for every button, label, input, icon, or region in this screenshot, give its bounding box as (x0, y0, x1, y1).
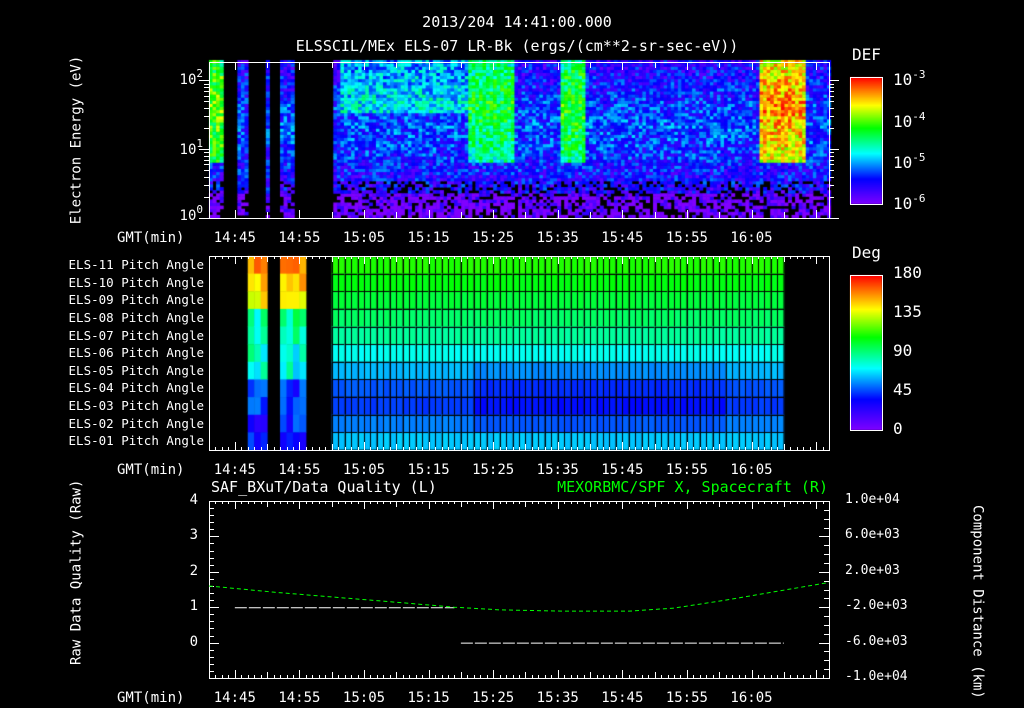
energy-tick-10: 101 (179, 137, 203, 158)
colorbar-def-title: DEF (852, 45, 881, 64)
time-tick-label: 15:15 (407, 690, 450, 706)
pitch-angle-row-label: ELS-06 Pitch Angle (68, 345, 204, 361)
time-tick-label: 15:25 (472, 462, 515, 478)
plot-subtitle: ELSSCIL/MEx ELS-07 LR-Bk (ergs/(cm**2-sr… (295, 37, 739, 55)
time-tick-label: 15:45 (601, 462, 644, 478)
time-tick-label: 15:05 (342, 230, 386, 246)
time-tick-label: 15:55 (665, 462, 708, 478)
right-axis-tick-label: -2.0e+03 (845, 598, 908, 614)
pitch-angle-row-label: ELS-09 Pitch Angle (68, 292, 204, 308)
colorbar-frame (850, 275, 883, 431)
time-tick-label: 15:05 (342, 690, 386, 706)
spacecraft-x-line (208, 581, 830, 612)
colorbar-deg-tick: 45 (893, 380, 913, 399)
time-axis-label: GMT(min) (117, 462, 185, 478)
time-tick-label: 15:45 (601, 690, 644, 706)
left-axis-tick-label: 0 (189, 633, 198, 650)
pitch-angle-row-label: ELS-01 Pitch Angle (68, 433, 204, 449)
pitch-angle-row-label: ELS-03 Pitch Angle (68, 398, 204, 414)
time-tick-label: 15:15 (407, 462, 450, 478)
time-tick-label: 15:55 (665, 690, 708, 706)
colorbar-deg-tick: 135 (893, 302, 922, 321)
left-axis-tick-label: 2 (189, 562, 198, 579)
pitch-angle-row-label: ELS-11 Pitch Angle (68, 257, 204, 272)
time-tick-label: 15:15 (407, 230, 450, 246)
time-tick-label: 15:25 (472, 690, 515, 706)
pitch-angle-row-label: ELS-02 Pitch Angle (68, 415, 204, 431)
time-tick-label: 15:35 (536, 462, 579, 478)
time-tick-label: 15:45 (601, 230, 644, 246)
distance-axis-label: Component Distance (km) (969, 505, 986, 699)
left-axis-tick-label: 1 (189, 598, 198, 615)
pitch-angle-row-label: ELS-04 Pitch Angle (68, 380, 204, 396)
time-tick-label: 15:05 (342, 462, 386, 478)
colorbar-def-tick: 10-4 (893, 110, 926, 131)
time-axis-label: GMT(min) (117, 230, 185, 246)
time-axis-label: GMT(min) (117, 690, 185, 706)
right-axis-tick-label: 6.0e+03 (845, 527, 900, 543)
time-tick-label: 14:45 (213, 462, 256, 478)
energy-tick-100: 102 (179, 67, 203, 88)
panel-frame (209, 62, 830, 219)
panel-frame (209, 501, 830, 679)
panel3-right-title: MEXORBMC/SPF X, Spacecraft (R) (557, 478, 828, 496)
time-tick-label: 15:25 (472, 230, 515, 246)
data-quality-axis-label: Raw Data Quality (Raw) (68, 479, 85, 665)
energy-tick-1: 100 (179, 203, 203, 224)
time-tick-label: 14:55 (278, 462, 321, 478)
pitch-angle-row-label: ELS-10 Pitch Angle (68, 274, 204, 290)
time-tick-label: 15:55 (665, 230, 708, 246)
colorbar-deg-title: Deg (852, 243, 881, 262)
left-axis-tick-label: 3 (189, 527, 198, 544)
time-tick-label: 14:45 (213, 690, 256, 706)
colorbar-def-tick: 10-3 (893, 68, 926, 89)
pitch-angle-row-label: ELS-05 Pitch Angle (68, 362, 204, 378)
right-axis-tick-label: 2.0e+03 (845, 562, 900, 578)
time-tick-label: 14:55 (278, 230, 321, 246)
right-axis-tick-label: -1.0e+04 (845, 669, 908, 684)
colorbar-deg-tick: 180 (893, 263, 922, 282)
time-tick-label: 16:05 (730, 690, 773, 706)
plot-title: 2013/204 14:41:00.000 (422, 13, 612, 31)
time-tick-label: 16:05 (730, 462, 773, 478)
time-tick-label: 14:55 (278, 690, 321, 706)
time-tick-label: 15:35 (536, 690, 579, 706)
time-tick-label: 16:05 (730, 230, 773, 246)
pitch-angle-row-label: ELS-08 Pitch Angle (68, 309, 204, 325)
time-tick-label: 15:35 (536, 230, 579, 246)
energy-axis-label: Electron Energy (eV) (68, 55, 85, 225)
time-tick-label: 14:45 (213, 230, 256, 246)
colorbar-frame (850, 77, 883, 205)
colorbar-deg-tick: 90 (893, 341, 913, 360)
pitch-angle-row-label: ELS-07 Pitch Angle (68, 327, 204, 343)
colorbar-deg-tick: 0 (893, 419, 903, 438)
panel-frame (209, 256, 830, 451)
left-axis-tick-label: 4 (189, 492, 198, 508)
right-axis-tick-label: -6.0e+03 (845, 633, 908, 649)
right-axis-tick-label: 1.0e+04 (845, 492, 900, 507)
colorbar-def-tick: 10-5 (893, 151, 926, 172)
colorbar-def-tick: 10-6 (893, 192, 926, 213)
panel3-left-title: SAF_BXuT/Data Quality (L) (211, 478, 437, 496)
